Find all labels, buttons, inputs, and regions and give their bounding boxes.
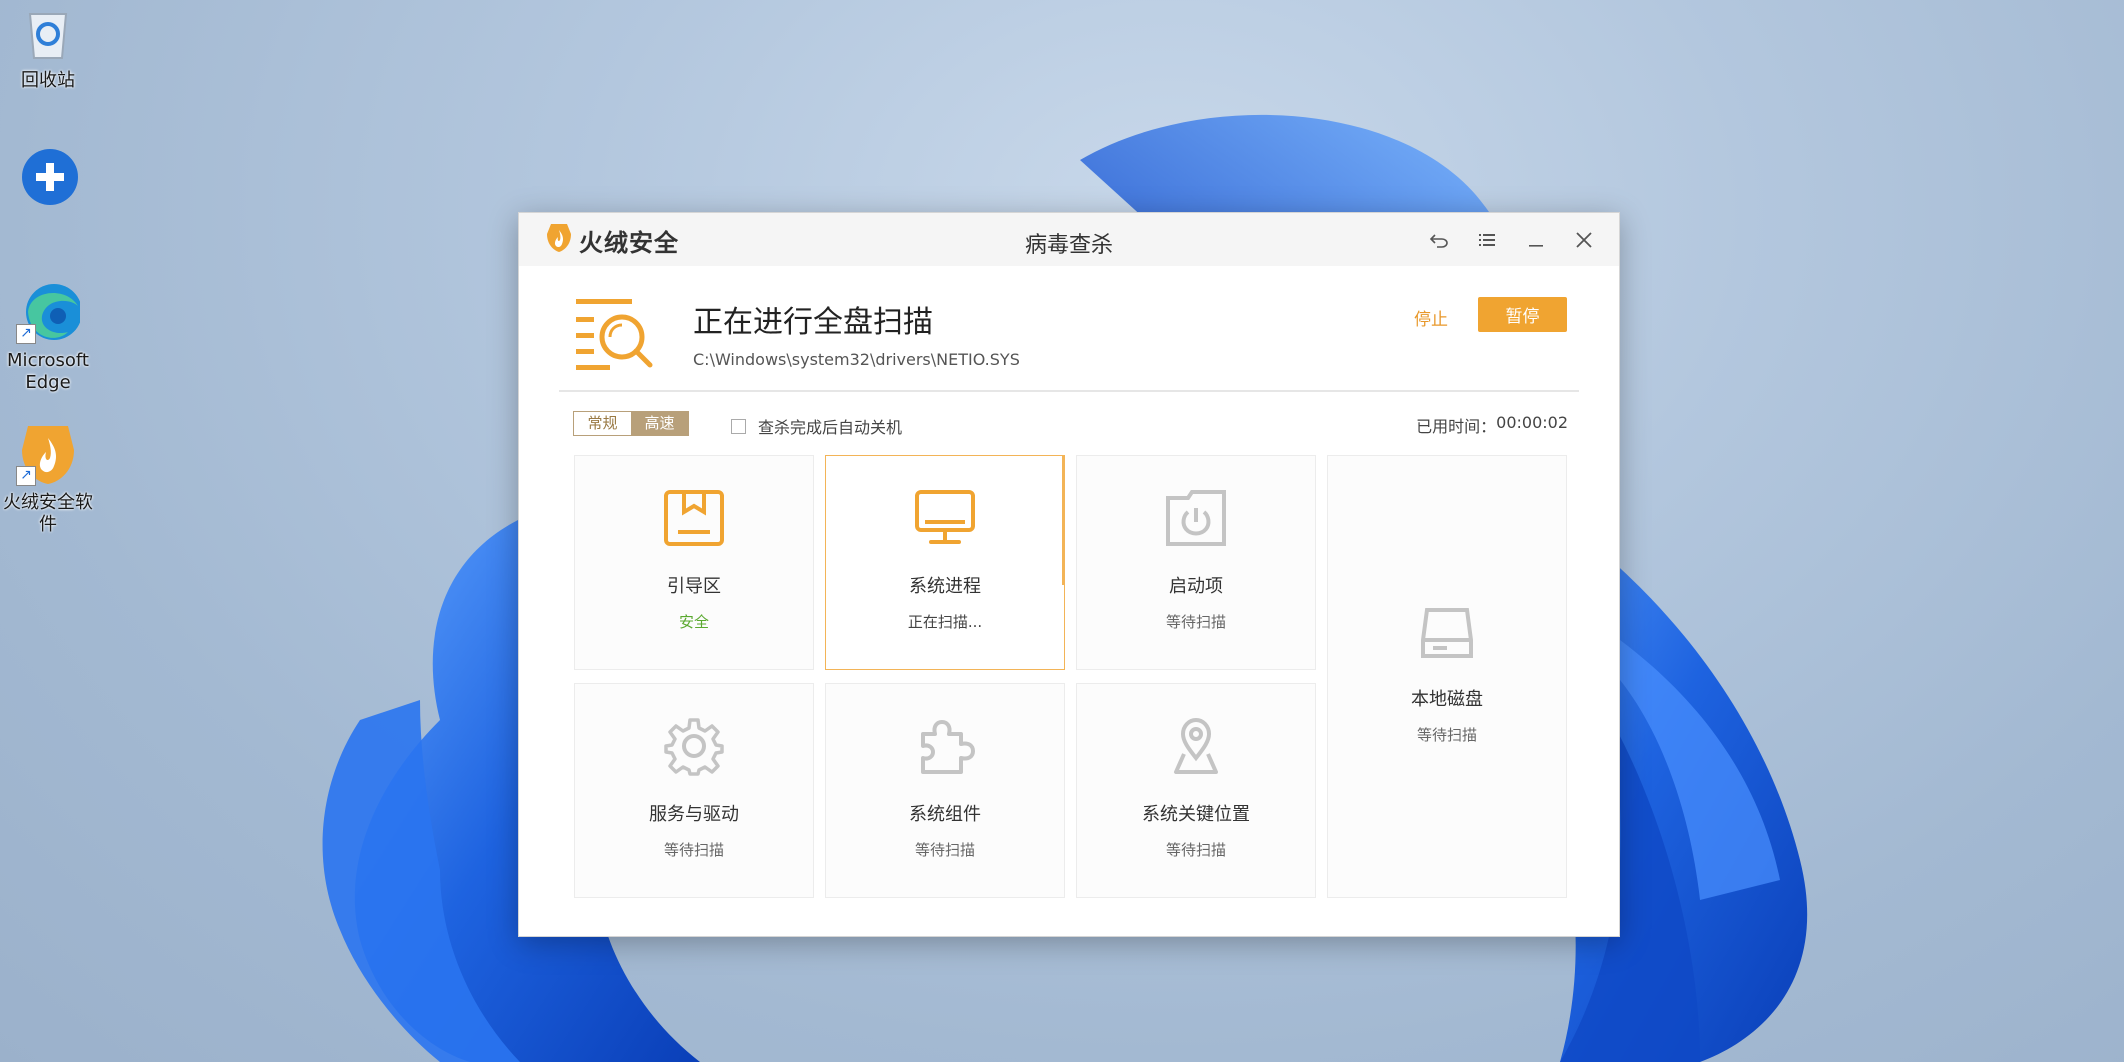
desktop: 回收站 ↗ Microsoft Edge ↗ 火绒安全软件 火绒安全 病毒查杀 … [0, 0, 2124, 1062]
scan-progress-indicator [1062, 455, 1065, 585]
scan-item-local-disk[interactable]: 本地磁盘 等待扫描 [1327, 455, 1567, 898]
scan-item-status: 等待扫描 [1165, 841, 1226, 859]
minimize-icon [1529, 245, 1543, 247]
desktop-icon-edge[interactable]: ↗ Microsoft Edge [0, 280, 96, 394]
close-button[interactable] [1570, 226, 1598, 254]
auto-shutdown-checkbox[interactable] [731, 418, 746, 434]
scan-item-key-locations[interactable]: 系统关键位置 等待扫描 [1076, 683, 1316, 898]
scan-item-name: 服务与驱动 [649, 804, 739, 825]
huorong-flame-icon: ↗ [16, 422, 80, 486]
desktop-icon-label: Microsoft Edge [7, 350, 89, 393]
scan-item-name: 系统进程 [909, 576, 981, 597]
back-icon [1429, 234, 1448, 248]
scan-item-system-process[interactable]: 系统进程 正在扫描... [825, 455, 1065, 670]
pause-button[interactable]: 暂停 [1478, 297, 1567, 332]
scan-item-name: 引导区 [667, 576, 721, 597]
recycle-bin-icon [16, 0, 80, 64]
shortcut-arrow-icon: ↗ [16, 466, 36, 486]
startup-icon [1166, 490, 1226, 550]
scan-item-system-components[interactable]: 系统组件 等待扫描 [825, 683, 1065, 898]
desktop-icon-huorong[interactable]: ↗ 火绒安全软件 [0, 422, 96, 536]
huorong-window: 火绒安全 病毒查杀 正在进行全盘扫描 C:\Windows\system32\d… [518, 212, 1620, 937]
disk-icon [1419, 604, 1475, 664]
scan-title: 正在进行全盘扫描 [693, 305, 933, 340]
header-divider [559, 390, 1579, 392]
stop-button[interactable]: 停止 [1399, 300, 1463, 334]
desktop-icon-label: 回收站 [21, 70, 75, 91]
elapsed-label: 已用时间： [1416, 417, 1497, 436]
scan-item-status: 等待扫描 [663, 841, 724, 859]
menu-icon [1479, 234, 1495, 246]
edge-icon: ↗ [16, 280, 82, 344]
auto-shutdown-option[interactable]: 查杀完成后自动关机 [731, 414, 902, 438]
scan-item-services-drivers[interactable]: 服务与驱动 等待扫描 [574, 683, 814, 898]
title-bar[interactable]: 火绒安全 病毒查杀 [519, 213, 1619, 266]
desktop-icon-app-blurred[interactable] [0, 145, 96, 215]
fullscan-icon [574, 297, 656, 377]
blurred-app-icon [16, 145, 80, 209]
mode-normal-option[interactable]: 常规 [574, 412, 631, 435]
scan-item-status: 等待扫描 [1416, 726, 1477, 744]
scan-item-name: 启动项 [1169, 576, 1223, 597]
scan-item-name: 本地磁盘 [1411, 689, 1483, 710]
scan-item-status: 等待扫描 [914, 841, 975, 859]
menu-button[interactable] [1473, 226, 1501, 254]
scan-item-status: 安全 [678, 613, 709, 631]
mode-fast-option[interactable]: 高速 [631, 412, 688, 435]
minimize-button[interactable] [1522, 226, 1550, 254]
desktop-icon-recycle-bin[interactable]: 回收站 [0, 0, 96, 92]
auto-shutdown-label: 查杀完成后自动关机 [758, 418, 903, 437]
scan-item-status: 正在扫描... [907, 613, 983, 631]
back-button[interactable] [1425, 226, 1453, 254]
scan-item-name: 系统组件 [909, 804, 981, 825]
window-title: 病毒查杀 [1024, 233, 1113, 258]
monitor-icon [915, 490, 975, 550]
location-icon [1166, 716, 1226, 780]
scan-item-startup[interactable]: 启动项 等待扫描 [1076, 455, 1316, 670]
scan-item-status: 等待扫描 [1165, 613, 1226, 631]
elapsed-value: 00:00:02 [1496, 413, 1568, 432]
shortcut-arrow-icon: ↗ [16, 324, 36, 344]
close-icon [1576, 232, 1592, 248]
desktop-icon-label: 火绒安全软件 [3, 492, 93, 535]
gear-icon [664, 716, 724, 780]
scan-item-boot[interactable]: 引导区 安全 [574, 455, 814, 670]
boot-icon [664, 490, 724, 550]
scan-mode-toggle: 常规 高速 [573, 411, 689, 436]
elapsed-time: 已用时间： 00:00:02 [1416, 413, 1568, 437]
current-scan-file: C:\Windows\system32\drivers\NETIO.SYS [693, 350, 1020, 369]
scan-item-name: 系统关键位置 [1142, 804, 1250, 825]
puzzle-icon [915, 716, 975, 780]
